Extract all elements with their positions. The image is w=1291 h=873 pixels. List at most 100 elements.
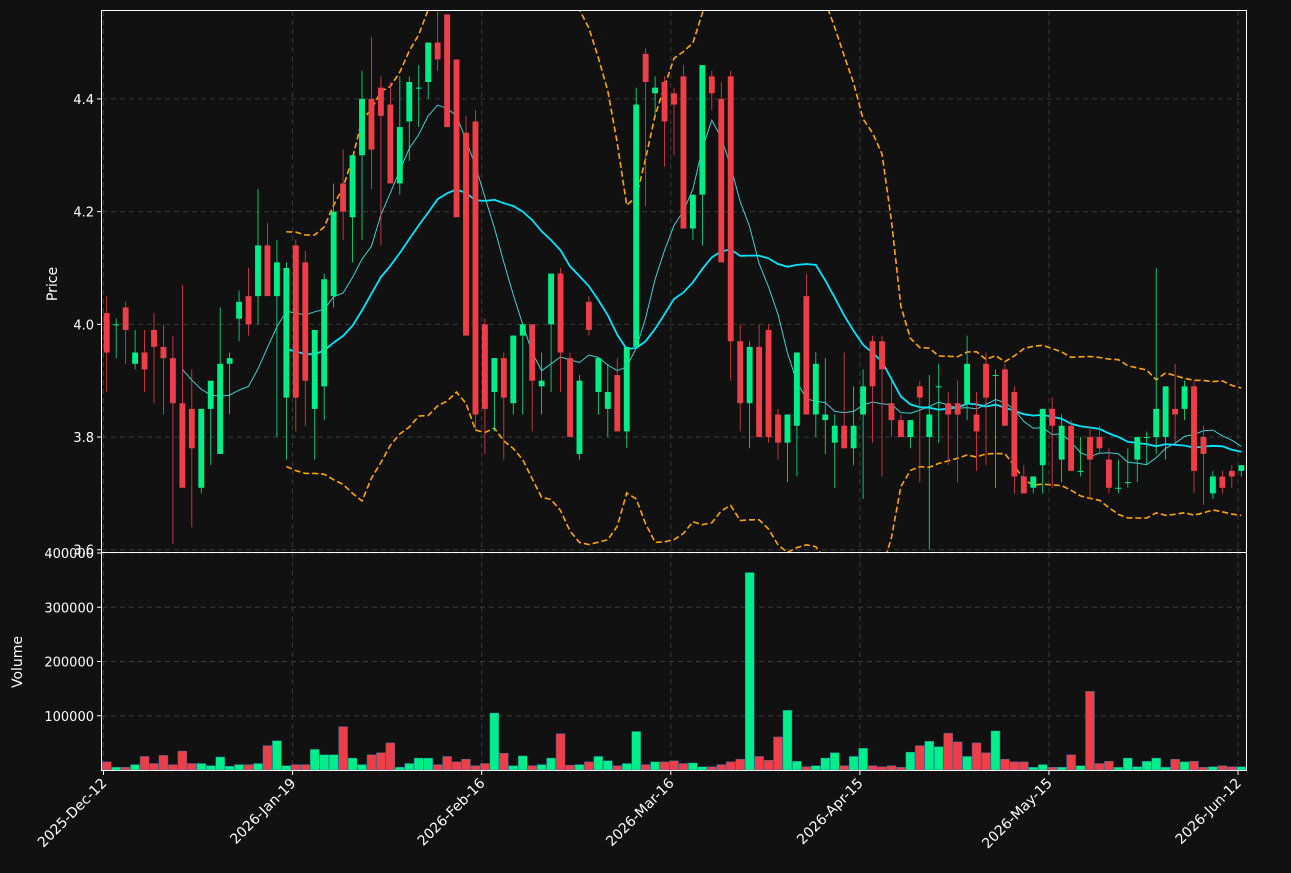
- volume-bar: [934, 746, 944, 771]
- volume-bar: [555, 733, 566, 771]
- candle-body: [964, 363, 971, 404]
- volume-bar: [952, 741, 963, 771]
- volume-bar: [820, 757, 830, 771]
- volume-bar: [716, 764, 726, 771]
- price-tick-label: 4.4: [73, 93, 94, 108]
- candle-body: [888, 403, 895, 421]
- volume-bar: [461, 758, 471, 771]
- candle-body: [103, 313, 110, 353]
- candle-body: [1181, 386, 1188, 409]
- candle-body: [973, 414, 980, 432]
- candle-body: [831, 425, 838, 443]
- candle-body: [671, 93, 677, 105]
- volume-bar: [310, 749, 320, 771]
- volume-bar: [1208, 766, 1218, 771]
- candle-body: [916, 386, 923, 398]
- candle-body: [207, 380, 214, 409]
- volume-bar: [480, 763, 490, 771]
- volume-bar: [640, 764, 651, 771]
- candle-body: [1153, 408, 1160, 438]
- volume-bar: [650, 761, 660, 771]
- candle-body: [169, 358, 176, 404]
- candle-body: [453, 59, 460, 218]
- candle-body: [548, 273, 555, 325]
- volume-bar: [830, 752, 840, 771]
- volume-bar: [338, 726, 348, 771]
- candle-body: [623, 346, 630, 432]
- candle-body: [803, 296, 810, 415]
- candle-body: [529, 324, 536, 381]
- candle-body: [860, 386, 867, 415]
- volume-bar: [442, 756, 452, 771]
- candle-body: [368, 98, 375, 150]
- volume-bar: [1179, 761, 1190, 771]
- volume-bar: [508, 765, 518, 771]
- candle-body: [151, 329, 157, 347]
- candle-body: [377, 87, 384, 116]
- volume-bar: [659, 761, 670, 771]
- candle-body: [1058, 425, 1065, 460]
- candle-body: [510, 335, 517, 404]
- candle-body: [841, 425, 848, 449]
- candle-body: [349, 155, 356, 218]
- volume-bar: [735, 758, 745, 771]
- volume-bar: [924, 741, 934, 771]
- volume-bar: [177, 750, 188, 771]
- price-axis-label: Price: [45, 267, 61, 301]
- volume-bar: [669, 760, 679, 771]
- volume-bar: [990, 730, 1001, 771]
- volume-bar: [782, 710, 793, 771]
- candle-body: [983, 363, 989, 398]
- volume-bar: [395, 767, 405, 771]
- candle-body: [387, 104, 394, 184]
- candle-body: [746, 346, 753, 404]
- volume-tick-label: 300000: [44, 601, 94, 616]
- candle-body: [396, 127, 403, 184]
- candle-body: [699, 65, 706, 195]
- volume-bar: [905, 751, 916, 771]
- volume-bar: [1019, 761, 1029, 771]
- candle-body: [1039, 408, 1046, 466]
- volume-bar: [215, 756, 225, 771]
- volume-bar: [858, 748, 868, 771]
- volume-bar: [206, 765, 216, 771]
- candle-body: [113, 324, 120, 326]
- volume-bar: [451, 761, 462, 771]
- volume-bar: [877, 766, 887, 771]
- candle-body: [680, 76, 687, 229]
- candle-body: [576, 380, 583, 454]
- candle-body: [359, 98, 365, 156]
- candle-body: [1020, 476, 1027, 494]
- candle-body: [718, 98, 725, 263]
- volume-bar: [319, 754, 329, 771]
- volume-bar: [120, 767, 131, 771]
- candle-body: [226, 358, 233, 364]
- candle-body: [132, 352, 139, 364]
- volume-bar: [1094, 763, 1105, 771]
- candle-body: [491, 358, 498, 392]
- candle-body: [1209, 476, 1216, 494]
- volume-bar: [187, 763, 197, 771]
- volume-bar: [168, 764, 178, 771]
- volume-bar: [622, 763, 632, 771]
- volume-bar: [1056, 767, 1067, 771]
- volume-bar: [726, 761, 736, 771]
- volume-bar: [1151, 757, 1161, 771]
- volume-bar: [792, 761, 802, 771]
- candle-body: [1105, 459, 1112, 488]
- volume-bar: [357, 764, 367, 771]
- volume-bar: [612, 765, 622, 771]
- volume-bar: [518, 755, 528, 771]
- volume-bar: [1085, 691, 1095, 771]
- candle-body: [822, 414, 829, 421]
- volume-bar: [943, 732, 953, 771]
- volume-bar: [848, 756, 859, 771]
- candle-body: [1096, 437, 1103, 449]
- volume-bar: [527, 765, 537, 771]
- candle-body: [737, 341, 744, 404]
- candle-body: [245, 296, 252, 325]
- volume-bar: [1028, 767, 1038, 771]
- candle-body: [727, 76, 734, 342]
- candle-body: [302, 262, 309, 381]
- candle-body: [765, 329, 772, 438]
